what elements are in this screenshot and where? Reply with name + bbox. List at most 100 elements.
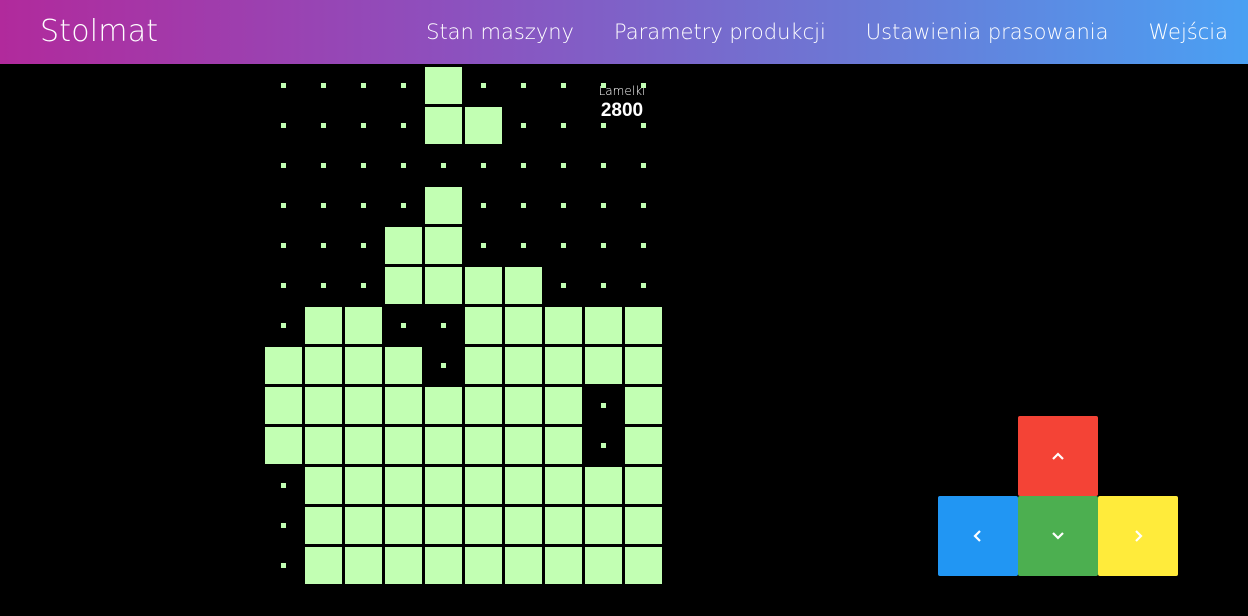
block-tile [425,507,462,544]
block-tile [465,467,502,504]
grid-dot [641,243,646,248]
filled-block [584,466,624,506]
app-title[interactable]: Stolmat [40,14,158,49]
block-tile [305,507,342,544]
block-tile [385,547,422,584]
block-tile [505,307,542,344]
nav-item-stan-maszyny[interactable]: Stan maszyny [426,20,574,44]
score-panel: Lamelki 2800 [594,84,650,122]
grid-dot [441,163,446,168]
nav-item-parametry-produkcji[interactable]: Parametry produkcji [614,20,826,44]
filled-block [624,506,664,546]
block-tile [305,547,342,584]
grid-dot [361,243,366,248]
left-button[interactable] [938,496,1018,576]
grid-dot [601,443,606,448]
block-tile [465,107,502,144]
block-tile [625,507,662,544]
block-tile [505,347,542,384]
grid-dot [321,123,326,128]
chevron-up-icon [1052,452,1064,460]
chevron-right-icon [1135,530,1143,542]
grid-dot [281,83,286,88]
block-tile [545,507,582,544]
filled-block [424,506,464,546]
empty-cell [424,306,464,346]
filled-block [264,426,304,466]
right-button[interactable] [1098,496,1178,576]
grid-dot [601,163,606,168]
grid-dot [401,83,406,88]
empty-cell [544,106,584,146]
filled-block [504,546,544,586]
block-tile [305,387,342,424]
block-tile [585,547,622,584]
grid-dot [361,203,366,208]
filled-block [584,306,624,346]
empty-cell [464,66,504,106]
grid-dot [601,243,606,248]
filled-block [424,186,464,226]
filled-block [424,386,464,426]
filled-block [384,506,424,546]
block-tile [505,467,542,504]
grid-dot [521,163,526,168]
empty-cell [504,66,544,106]
empty-cell [264,306,304,346]
grid-dot [561,203,566,208]
filled-block [424,466,464,506]
filled-block [384,266,424,306]
grid-dot [481,243,486,248]
empty-cell [344,266,384,306]
filled-block [504,466,544,506]
grid-dot [561,83,566,88]
empty-cell [264,506,304,546]
nav-item-ustawienia-prasowania[interactable]: Ustawienia prasowania [866,20,1109,44]
block-tile [425,187,462,224]
grid-dot [561,243,566,248]
grid-dot [601,403,606,408]
filled-block [504,426,544,466]
grid-dot [321,83,326,88]
filled-block [504,266,544,306]
filled-block [384,386,424,426]
game-board: Lamelki 2800 [264,64,664,590]
grid-dot [601,283,606,288]
block-tile [465,307,502,344]
grid-dot [641,283,646,288]
empty-cell [304,66,344,106]
empty-cell [424,146,464,186]
filled-block [624,346,664,386]
nav-menu: Stan maszyny Parametry produkcji Ustawie… [386,0,1228,64]
block-tile [425,267,462,304]
filled-block [424,266,464,306]
filled-block [464,106,504,146]
block-tile [585,467,622,504]
empty-cell [504,146,544,186]
nav-item-wejscia[interactable]: Wejścia [1149,20,1228,44]
grid-dot [281,283,286,288]
filled-block [424,546,464,586]
block-tile [265,347,302,384]
grid-dot [321,243,326,248]
block-tile [465,267,502,304]
block-tile [585,347,622,384]
grid-dot [281,243,286,248]
empty-cell [384,186,424,226]
empty-cell [384,106,424,146]
up-button[interactable] [1018,416,1098,496]
block-tile [385,267,422,304]
filled-block [464,506,504,546]
block-tile [585,507,622,544]
empty-cell [584,426,624,466]
filled-block [504,386,544,426]
block-tile [425,227,462,264]
filled-block [384,426,424,466]
block-tile [425,107,462,144]
filled-block [584,346,624,386]
block-tile [465,387,502,424]
down-button[interactable] [1018,496,1098,576]
grid-dot [561,163,566,168]
filled-block [304,386,344,426]
empty-cell [584,226,624,266]
